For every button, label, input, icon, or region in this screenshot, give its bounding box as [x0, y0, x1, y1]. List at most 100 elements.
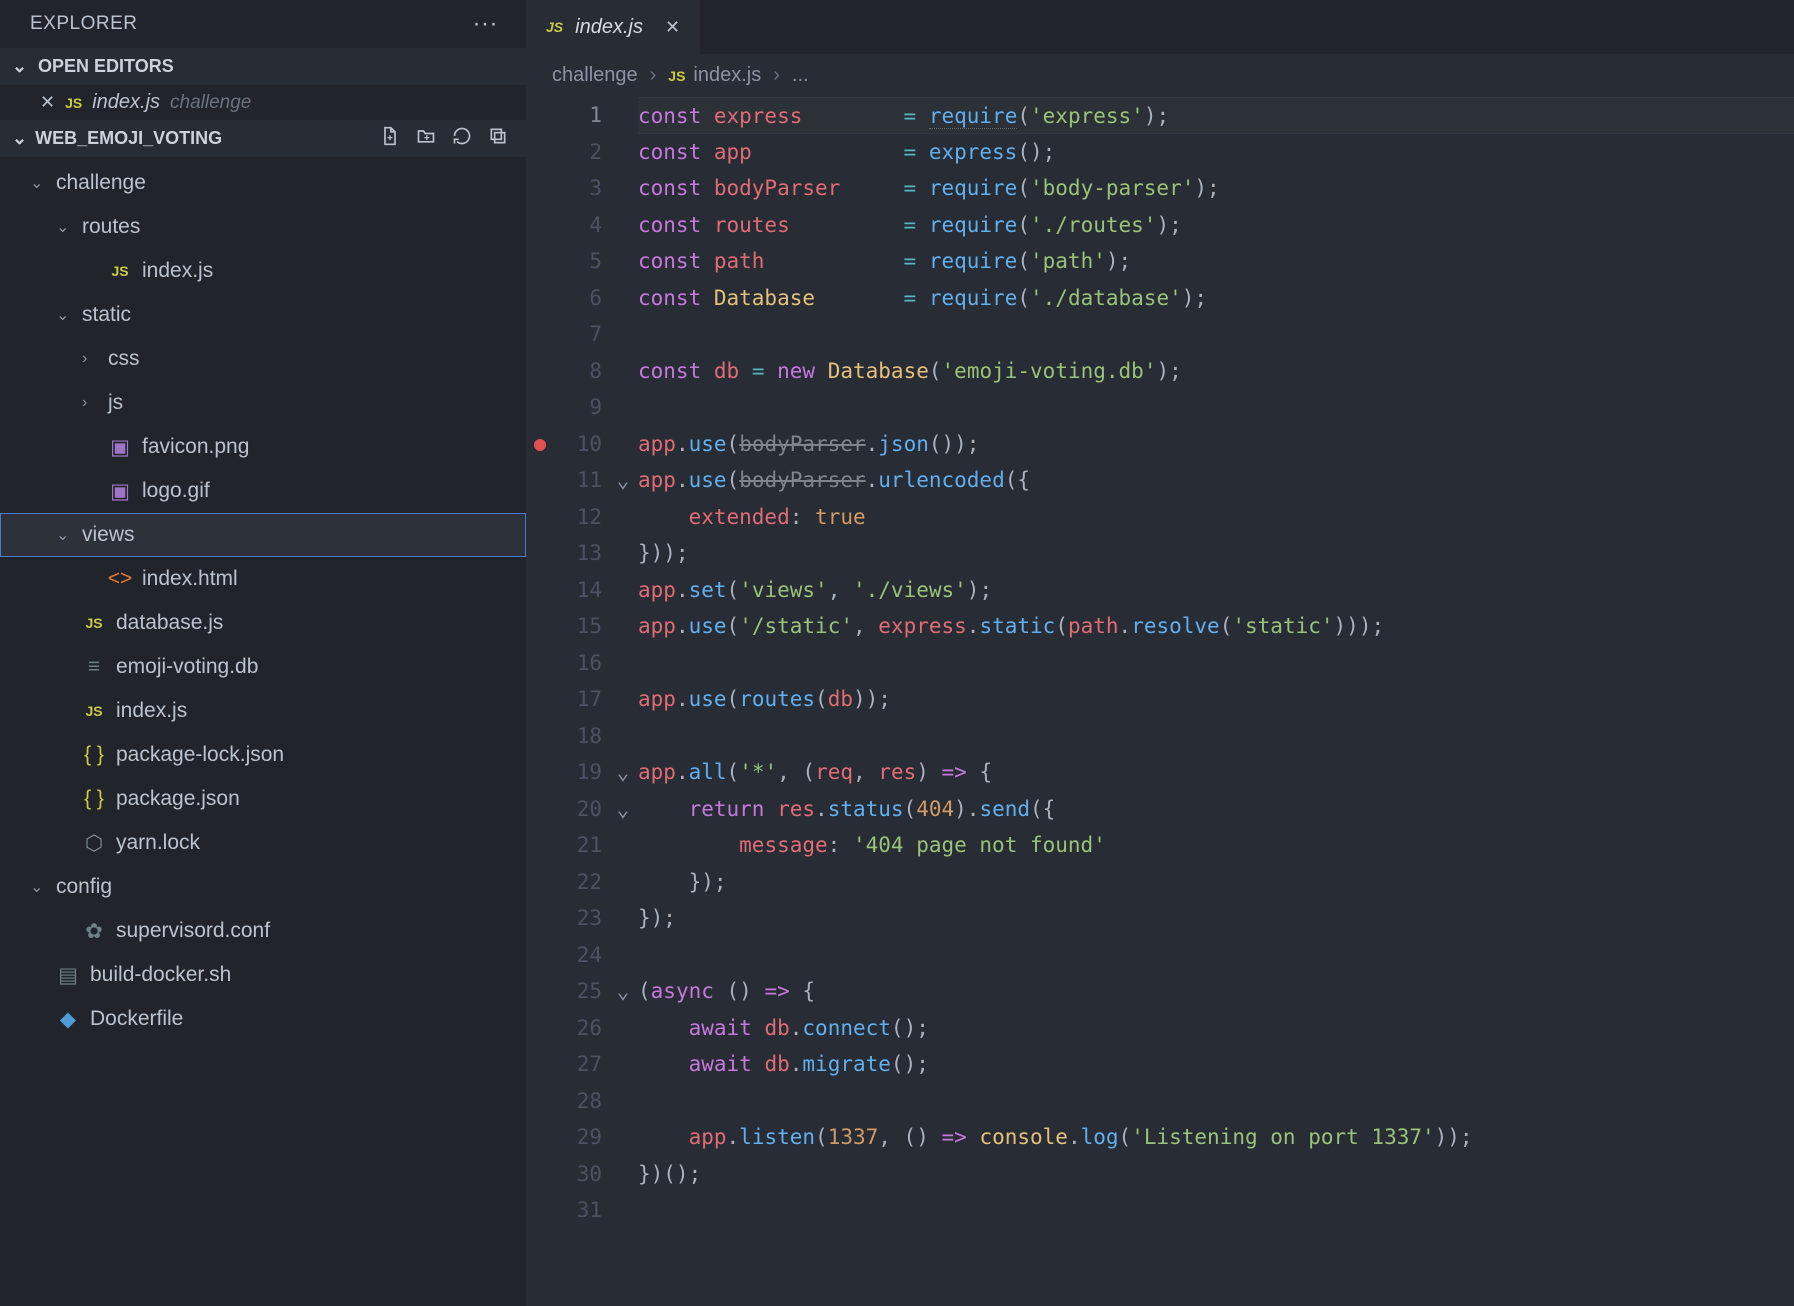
- line-number[interactable]: 30: [554, 1156, 602, 1193]
- code-line[interactable]: [638, 1083, 1794, 1120]
- code-line[interactable]: const bodyParser = require('body-parser'…: [638, 170, 1794, 207]
- code-line[interactable]: const app = express();: [638, 134, 1794, 171]
- line-number[interactable]: 29: [554, 1119, 602, 1156]
- fold-chevron-icon[interactable]: ⌄: [617, 468, 630, 492]
- tree-folder-views[interactable]: ⌄views: [0, 513, 526, 557]
- line-number[interactable]: 15: [554, 608, 602, 645]
- code-line[interactable]: extended: true: [638, 499, 1794, 536]
- code-line[interactable]: (async () => {: [638, 973, 1794, 1010]
- tree-file-index.js[interactable]: JSindex.js: [0, 249, 526, 293]
- code-line[interactable]: app.listen(1337, () => console.log('List…: [638, 1119, 1794, 1156]
- workspace-header[interactable]: ⌄ WEB_EMOJI_VOTING: [0, 120, 526, 157]
- fold-chevron-icon[interactable]: ⌄: [617, 979, 630, 1003]
- tree-folder-config[interactable]: ⌄config: [0, 865, 526, 909]
- line-number[interactable]: 10: [554, 426, 602, 463]
- new-file-icon[interactable]: [380, 126, 400, 151]
- new-folder-icon[interactable]: [416, 126, 436, 151]
- tree-file-database.js[interactable]: JSdatabase.js: [0, 601, 526, 645]
- breadcrumb-folder[interactable]: challenge: [552, 64, 638, 87]
- line-number[interactable]: 5: [554, 243, 602, 280]
- tree-file-package-lock.json[interactable]: { }package-lock.json: [0, 733, 526, 777]
- tree-folder-static[interactable]: ⌄static: [0, 293, 526, 337]
- code-line[interactable]: const path = require('path');: [638, 243, 1794, 280]
- line-number[interactable]: 22: [554, 864, 602, 901]
- close-icon[interactable]: ✕: [40, 92, 55, 113]
- close-icon[interactable]: ✕: [665, 17, 680, 38]
- line-number[interactable]: 13: [554, 535, 602, 572]
- line-number[interactable]: 2: [554, 134, 602, 171]
- fold-chevron-icon[interactable]: ⌄: [617, 760, 630, 784]
- more-actions-icon[interactable]: ···: [473, 10, 508, 38]
- line-number[interactable]: 14: [554, 572, 602, 609]
- code-line[interactable]: const routes = require('./routes');: [638, 207, 1794, 244]
- code-content[interactable]: const express = require('express');const…: [638, 97, 1794, 1306]
- line-number[interactable]: 1: [554, 97, 602, 134]
- line-number-gutter[interactable]: 1234567891011121314151617181920212223242…: [554, 97, 608, 1306]
- fold-chevron-icon[interactable]: ⌄: [617, 797, 630, 821]
- code-line[interactable]: app.use(routes(db));: [638, 681, 1794, 718]
- code-line[interactable]: return res.status(404).send({: [638, 791, 1794, 828]
- line-number[interactable]: 19: [554, 754, 602, 791]
- code-line[interactable]: [638, 389, 1794, 426]
- tree-file-supervisord.conf[interactable]: ✿supervisord.conf: [0, 909, 526, 953]
- code-line[interactable]: [638, 937, 1794, 974]
- line-number[interactable]: 3: [554, 170, 602, 207]
- line-number[interactable]: 16: [554, 645, 602, 682]
- tree-file-favicon.png[interactable]: ▣favicon.png: [0, 425, 526, 469]
- code-line[interactable]: })();: [638, 1156, 1794, 1193]
- code-line[interactable]: });: [638, 864, 1794, 901]
- tree-folder-css[interactable]: ›css: [0, 337, 526, 381]
- tree-file-emoji-voting.db[interactable]: ≡emoji-voting.db: [0, 645, 526, 689]
- tree-folder-routes[interactable]: ⌄routes: [0, 205, 526, 249]
- line-number[interactable]: 12: [554, 499, 602, 536]
- line-number[interactable]: 9: [554, 389, 602, 426]
- tree-folder-js[interactable]: ›js: [0, 381, 526, 425]
- line-number[interactable]: 31: [554, 1192, 602, 1229]
- code-line[interactable]: const db = new Database('emoji-voting.db…: [638, 353, 1794, 390]
- line-number[interactable]: 28: [554, 1083, 602, 1120]
- code-line[interactable]: });: [638, 900, 1794, 937]
- breakpoint-gutter[interactable]: [526, 97, 554, 1306]
- line-number[interactable]: 4: [554, 207, 602, 244]
- tree-file-logo.gif[interactable]: ▣logo.gif: [0, 469, 526, 513]
- line-number[interactable]: 18: [554, 718, 602, 755]
- collapse-all-icon[interactable]: [488, 126, 508, 151]
- line-number[interactable]: 17: [554, 681, 602, 718]
- line-number[interactable]: 6: [554, 280, 602, 317]
- line-number[interactable]: 20: [554, 791, 602, 828]
- code-line[interactable]: message: '404 page not found': [638, 827, 1794, 864]
- tree-file-build-docker.sh[interactable]: ▤build-docker.sh: [0, 953, 526, 997]
- code-line[interactable]: [638, 1192, 1794, 1229]
- tree-file-index.js[interactable]: JSindex.js: [0, 689, 526, 733]
- fold-gutter[interactable]: ⌄ ⌄ ⌄ ⌄: [608, 97, 638, 1306]
- code-line[interactable]: [638, 645, 1794, 682]
- code-line[interactable]: }));: [638, 535, 1794, 572]
- line-number[interactable]: 25: [554, 973, 602, 1010]
- line-number[interactable]: 8: [554, 353, 602, 390]
- code-line[interactable]: [638, 718, 1794, 755]
- refresh-icon[interactable]: [452, 126, 472, 151]
- tab-index-js[interactable]: JS index.js ✕: [526, 0, 700, 54]
- code-line[interactable]: app.use(bodyParser.urlencoded({: [638, 462, 1794, 499]
- code-area[interactable]: 1234567891011121314151617181920212223242…: [526, 97, 1794, 1306]
- tree-folder-challenge[interactable]: ⌄challenge: [0, 161, 526, 205]
- line-number[interactable]: 23: [554, 900, 602, 937]
- tree-file-yarn.lock[interactable]: ⬡yarn.lock: [0, 821, 526, 865]
- line-number[interactable]: 21: [554, 827, 602, 864]
- line-number[interactable]: 27: [554, 1046, 602, 1083]
- code-line[interactable]: app.use(bodyParser.json());: [638, 426, 1794, 463]
- code-line[interactable]: app.all('*', (req, res) => {: [638, 754, 1794, 791]
- code-line[interactable]: [638, 316, 1794, 353]
- code-line[interactable]: await db.migrate();: [638, 1046, 1794, 1083]
- open-editors-section[interactable]: ⌄ OPEN EDITORS: [0, 48, 526, 85]
- code-line[interactable]: app.set('views', './views');: [638, 572, 1794, 609]
- line-number[interactable]: 11: [554, 462, 602, 499]
- breakpoint-dot[interactable]: [534, 439, 546, 451]
- open-editor-item[interactable]: ✕ JS index.js challenge: [0, 85, 526, 120]
- tree-file-Dockerfile[interactable]: ◆Dockerfile: [0, 997, 526, 1041]
- tree-file-package.json[interactable]: { }package.json: [0, 777, 526, 821]
- breadcrumb-file[interactable]: JS index.js: [668, 64, 761, 87]
- line-number[interactable]: 7: [554, 316, 602, 353]
- code-line[interactable]: await db.connect();: [638, 1010, 1794, 1047]
- code-line[interactable]: app.use('/static', express.static(path.r…: [638, 608, 1794, 645]
